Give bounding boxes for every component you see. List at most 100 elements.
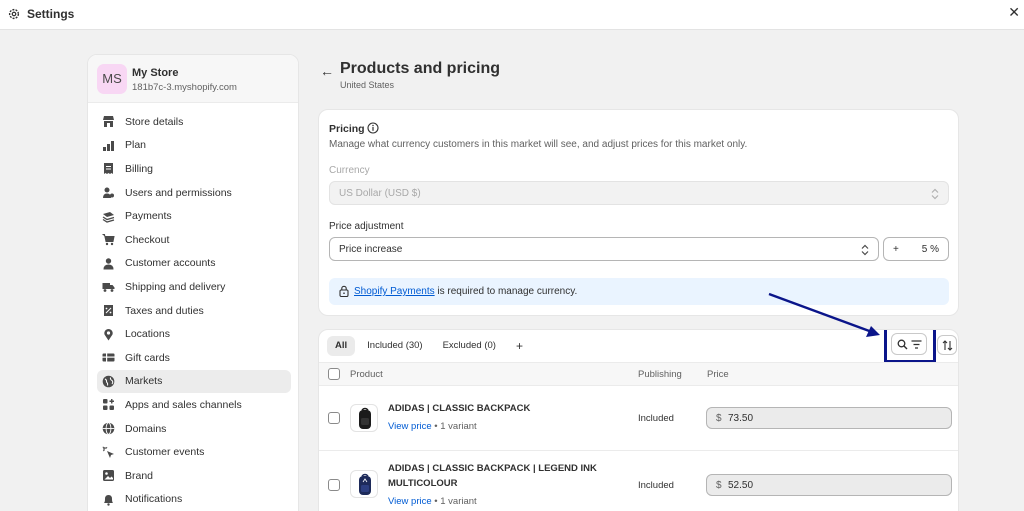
row-checkbox[interactable] [328,479,340,491]
store-name: My Store [132,67,179,79]
tax-icon [102,304,115,317]
cart-icon [102,233,115,246]
sidebar-item-plan[interactable]: Plan [97,134,291,158]
currency-symbol: $ [716,413,722,424]
sidebar-item-billing[interactable]: Billing [97,157,291,181]
tab-included[interactable]: Included (30) [359,336,430,356]
sidebar-item-label: Apps and sales channels [125,398,242,411]
product-meta: View price • 1 variant [388,496,477,507]
price-adjustment-label: Price adjustment [329,221,404,232]
sidebar-item-shipping[interactable]: Shipping and delivery [97,275,291,299]
gift-card-icon [102,351,115,364]
info-icon[interactable] [367,122,379,134]
currency-info-banner: Shopify Payments is required to manage c… [329,278,949,305]
settings-sidebar: MS My Store 181b7c-3.myshopify.com Store… [87,54,299,511]
view-price-link[interactable]: View price [388,496,432,507]
sidebar-item-markets[interactable]: Markets [97,369,291,394]
shopify-payments-link[interactable]: Shopify Payments [354,286,435,297]
sidebar-item-taxes[interactable]: Taxes and duties [97,299,291,323]
sidebar-item-notifications[interactable]: Notifications [97,488,291,511]
sidebar-item-label: Domains [125,422,167,435]
sidebar-item-label: Locations [125,328,170,341]
page-title: Products and pricing [340,60,501,77]
sidebar-item-domains[interactable]: Domains [97,417,291,441]
sidebar-item-label: Checkout [125,233,170,246]
person-icon [102,257,115,270]
pricing-heading: Pricing [329,123,365,135]
product-name[interactable]: ADIDAS | CLASSIC BACKPACK [388,401,628,416]
sidebar-item-apps[interactable]: Apps and sales channels [97,393,291,417]
sidebar-item-customer-events[interactable]: Customer events [97,440,291,464]
publishing-status: Included [638,413,674,424]
chevron-up-down-icon [861,244,869,256]
variant-count: • 1 variant [431,421,477,432]
window-title: Settings [27,7,75,21]
store-icon [102,115,115,128]
settings-nav: Store details Plan Billing Users and per… [97,110,291,511]
sidebar-item-label: Payments [125,210,172,223]
pricing-description: Manage what currency customers in this m… [329,139,748,150]
sidebar-item-label: Taxes and duties [125,304,204,317]
price-value: 52.50 [728,480,754,491]
select-all-checkbox[interactable] [328,368,340,380]
sidebar-item-label: Users and permissions [125,186,232,199]
products-card: All Included (30) Excluded (0) + Product… [318,329,959,511]
row-checkbox[interactable] [328,412,340,424]
gear-icon [8,8,20,20]
column-publishing: Publishing [638,369,682,380]
sidebar-item-label: Customer accounts [125,257,216,270]
sidebar-item-label: Markets [125,375,163,388]
sidebar-item-checkout[interactable]: Checkout [97,228,291,252]
table-header: Product Publishing Price [319,362,958,386]
events-icon [102,446,115,459]
view-price-link[interactable]: View price [388,421,432,432]
sidebar-item-customer-accounts[interactable]: Customer accounts [97,252,291,276]
tab-all[interactable]: All [327,336,356,356]
price-adjustment-percent-input[interactable]: + 5 % [883,237,949,261]
location-icon [102,328,115,341]
adjustment-sign: + [893,244,899,255]
sidebar-item-label: Billing [125,162,154,175]
product-thumbnail [350,470,378,498]
apps-icon [102,398,115,411]
globe-icon [102,375,115,388]
sidebar-item-store-details[interactable]: Store details [97,110,291,134]
sidebar-item-payments[interactable]: Payments [97,204,291,228]
sidebar-item-label: Notifications [125,493,183,506]
sort-button[interactable] [937,335,957,355]
add-view-button[interactable]: + [508,336,531,356]
backpack-image [359,407,371,429]
users-icon [102,186,115,199]
truck-icon [102,280,115,293]
currency-value: US Dollar (USD $) [339,188,421,199]
sidebar-item-users[interactable]: Users and permissions [97,181,291,205]
highlight-box [884,330,936,363]
price-field[interactable]: $ 73.50 [706,407,952,429]
sidebar-item-label: Plan [125,139,147,152]
column-product: Product [350,369,383,380]
price-value: 73.50 [728,413,754,424]
currency-select[interactable]: US Dollar (USD $) [329,181,949,205]
price-adjustment-select[interactable]: Price increase [329,237,879,261]
price-adjustment-value: Price increase [339,244,403,255]
back-arrow-icon[interactable]: ← [320,63,334,79]
store-header[interactable]: MS My Store 181b7c-3.myshopify.com [88,55,298,103]
tab-excluded[interactable]: Excluded (0) [435,336,504,356]
column-price: Price [707,369,729,380]
sidebar-item-label: Customer events [125,446,205,459]
table-row: ADIDAS | CLASSIC BACKPACK View price • 1… [319,386,958,451]
sort-icon [942,340,953,351]
sidebar-item-gift-cards[interactable]: Gift cards [97,346,291,370]
product-name[interactable]: ADIDAS | CLASSIC BACKPACK | LEGEND INK M… [388,461,628,491]
sidebar-item-locations[interactable]: Locations [97,322,291,346]
payments-icon [102,210,115,223]
price-field[interactable]: $ 52.50 [706,474,952,496]
sidebar-item-label: Store details [125,115,184,128]
backpack-image [359,473,371,495]
close-icon[interactable]: ✕ [1008,5,1020,19]
brand-icon [102,469,115,482]
billing-icon [102,162,115,175]
sidebar-item-brand[interactable]: Brand [97,464,291,488]
sidebar-item-label: Gift cards [125,351,170,364]
settings-title-bar: Settings ✕ [0,0,1024,30]
